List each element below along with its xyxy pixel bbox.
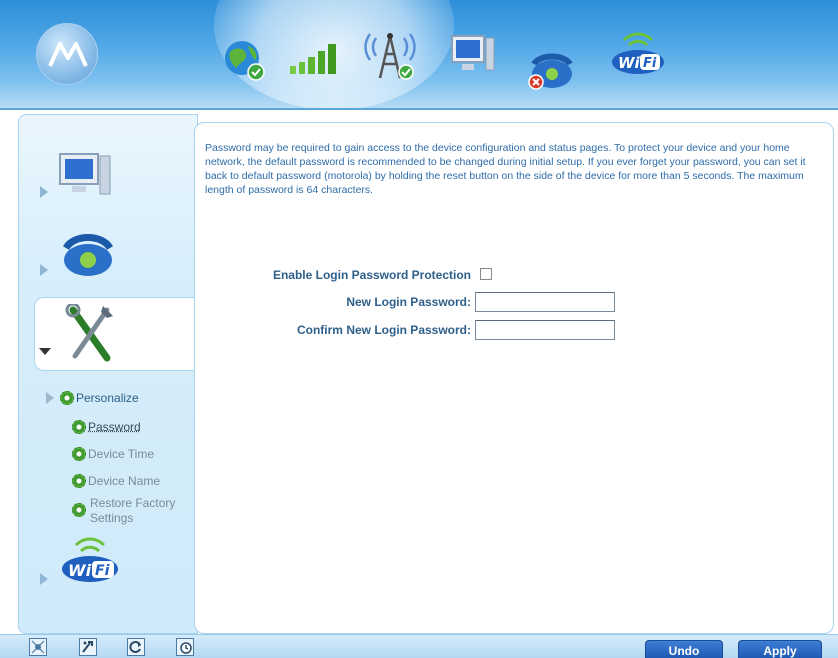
content-panel: Password may be required to gain access … xyxy=(194,122,834,634)
undo-button[interactable]: Undo xyxy=(645,640,723,658)
tools-icon xyxy=(65,304,113,362)
gear-icon xyxy=(72,419,86,434)
computer-icon xyxy=(59,153,111,195)
sidebar-item-label: Restore Factory Settings xyxy=(90,496,176,525)
sitemap-icon[interactable] xyxy=(29,638,47,656)
expand-arrow-icon xyxy=(40,186,48,198)
wifi-icon: Wi Fi xyxy=(62,537,118,582)
tower-icon[interactable] xyxy=(362,24,418,82)
wizard-icon[interactable] xyxy=(79,638,97,656)
computer-icon[interactable] xyxy=(450,32,498,76)
collapse-arrow-icon xyxy=(39,348,51,355)
password-info-text: Password may be required to gain access … xyxy=(205,142,806,196)
phone-icon xyxy=(62,234,114,276)
svg-text:Wi: Wi xyxy=(618,54,641,72)
footer-bar: Undo Apply xyxy=(0,634,838,658)
gear-icon xyxy=(72,446,86,461)
sidebar-item-restore-factory[interactable]: Restore Factory Settings xyxy=(72,496,182,526)
wifi-icon[interactable]: Wi Fi xyxy=(610,30,666,76)
sidebar-item-label: Device Time xyxy=(88,446,155,461)
svg-text:Fi: Fi xyxy=(643,56,657,71)
sidebar-item-label: Password xyxy=(88,419,141,434)
sidebar-item-device-time[interactable]: Device Time xyxy=(72,446,154,461)
refresh-icon[interactable] xyxy=(127,638,145,656)
new-password-input[interactable] xyxy=(475,292,615,312)
gear-icon xyxy=(72,503,86,517)
new-password-label: New Login Password: xyxy=(346,295,471,309)
expand-arrow-icon xyxy=(40,573,48,585)
expand-arrow-icon xyxy=(40,264,48,276)
sidebar-item-label: Device Name xyxy=(88,473,161,488)
header-bar: Wi Fi xyxy=(0,0,838,110)
sidebar-item-wifi[interactable]: Wi Fi xyxy=(40,535,190,595)
motorola-logo[interactable] xyxy=(36,23,98,85)
sidebar-item-phone[interactable] xyxy=(40,230,190,285)
enable-password-label: Enable Login Password Protection xyxy=(272,268,471,282)
gear-icon xyxy=(72,473,86,488)
apply-button[interactable]: Apply xyxy=(738,640,822,658)
gear-icon xyxy=(60,390,74,405)
sidebar-item-device-name[interactable]: Device Name xyxy=(72,473,160,488)
clock-icon[interactable] xyxy=(176,638,194,656)
sidebar-section-personalize[interactable]: Personalize xyxy=(46,390,139,405)
sidebar-section-label: Personalize xyxy=(76,390,139,405)
confirm-password-input[interactable] xyxy=(475,320,615,340)
internet-status-icon[interactable] xyxy=(222,38,266,82)
expand-arrow-icon xyxy=(46,391,54,404)
sidebar-item-password[interactable]: Password xyxy=(72,419,141,434)
confirm-password-label: Confirm New Login Password: xyxy=(296,323,471,337)
signal-bars-icon[interactable] xyxy=(290,40,344,74)
svg-text:Wi: Wi xyxy=(68,561,92,580)
svg-text:Fi: Fi xyxy=(95,563,110,579)
sidebar-item-tools[interactable] xyxy=(34,297,196,371)
enable-password-checkbox[interactable] xyxy=(480,268,492,280)
sidebar-item-computer[interactable] xyxy=(40,150,190,210)
phone-error-icon[interactable] xyxy=(526,48,576,92)
